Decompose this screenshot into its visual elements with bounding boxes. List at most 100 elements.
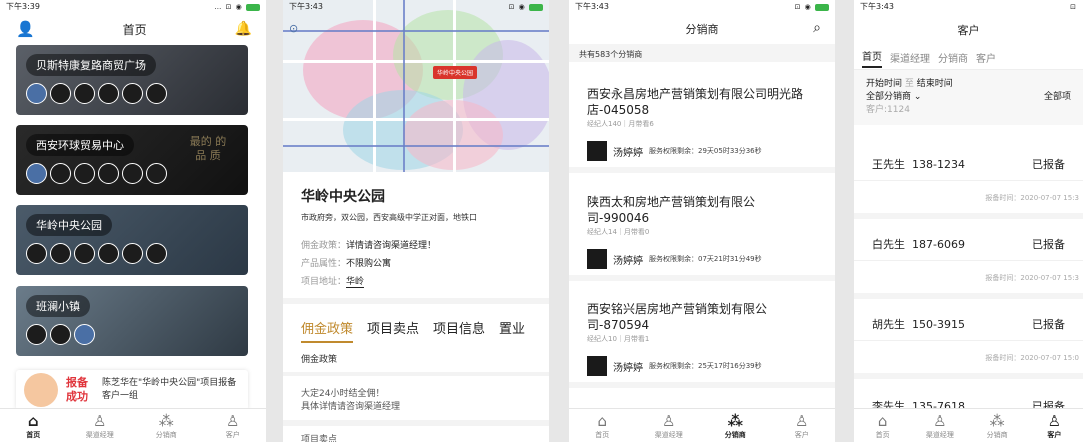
project-filter[interactable]: 全部项 — [1044, 91, 1071, 104]
tab-property[interactable]: 置业 — [499, 318, 525, 343]
service-remaining: 服务权限剩余：25天17时16分39秒 — [649, 362, 762, 370]
divider — [283, 420, 549, 426]
status-bar: 下午3:43 ⊡ ◉ — [283, 0, 549, 14]
project-name: 西安环球贸易中心 — [26, 134, 134, 156]
tab-selling-points[interactable]: 项目卖点 — [367, 318, 419, 343]
tab-visited[interactable]: 渠道经理 — [890, 50, 930, 65]
distributor-filter[interactable]: 全部分销商 ⌄ — [866, 91, 921, 104]
chevron-down-icon: ⌄ — [913, 92, 922, 102]
tab-label: 渠道经理 — [925, 431, 954, 439]
tab-label: 分销商 — [986, 431, 1008, 439]
agent-avatars — [26, 324, 95, 345]
status-bar: 下午3:43 ⊡ — [854, 0, 1083, 14]
tab-home[interactable]: ⌂ 首页 — [569, 409, 636, 442]
tab-label: 客户 — [794, 431, 809, 439]
detail-tabs: 佣金政策 项目卖点 项目信息 置业 — [301, 318, 525, 343]
avatar — [50, 163, 71, 184]
tab-distributor[interactable]: ⁂ 分销商 — [133, 409, 200, 442]
distributor-item[interactable]: 陕西太和房地产营销策划有限公司-990046 经纪人14｜月带看0 汤婷婷 服务权… — [569, 188, 835, 281]
network-icon: ⁂ — [989, 412, 1005, 430]
tab-channel-manager[interactable]: ♙ 渠道经理 — [911, 409, 968, 442]
tab-distributor[interactable]: ⁂ 分销商 — [969, 409, 1026, 442]
tab-channel-manager[interactable]: ♙ 渠道经理 — [636, 409, 703, 442]
project-name: 班澜小镇 — [26, 295, 90, 317]
agent-photo — [587, 356, 607, 376]
tab-label: 首页 — [875, 431, 890, 439]
project-name: 贝斯特康复路商贸广场 — [26, 54, 156, 76]
customer-item[interactable]: 王先生 138-1234 已报备 报备时间：2020-07-07 15:3 — [854, 148, 1083, 219]
distributor-meta: 经纪人140｜月带看6 — [587, 120, 654, 128]
tab-subscribed[interactable]: 分销商 — [938, 50, 968, 65]
agent-name: 汤婷婷 — [613, 147, 643, 159]
battery-icon — [246, 3, 260, 11]
customer-name: 王先生 — [872, 158, 905, 171]
person-icon: ♙ — [933, 412, 947, 430]
battery-icon — [815, 3, 829, 11]
info-commission: 佣金政策：详情请咨询渠道经理！ — [301, 238, 436, 251]
avatar — [122, 163, 143, 184]
screen-distributors: 下午3:43 ⊡ ◉ 分销商 ⌕ 共有583个分销商 西安永昌房地产营销策划有限公司… — [569, 0, 835, 442]
project-card[interactable]: 西安环球贸易中心 最的 的品 质 — [16, 125, 248, 195]
avatar — [146, 83, 167, 104]
tab-closed[interactable]: 客户 — [976, 50, 996, 65]
info-key: 项目地址： — [301, 277, 347, 287]
user-icon[interactable]: 👤 — [16, 20, 35, 38]
report-time: 报备时间：2020-07-07 15:3 — [854, 260, 1083, 293]
avatar — [26, 83, 47, 104]
filter-label: 全部分销商 — [866, 92, 912, 102]
divider — [283, 372, 549, 376]
tab-label: 首页 — [26, 431, 41, 439]
tab-home[interactable]: ⌂ 首页 — [0, 409, 67, 442]
distributor-item[interactable]: 西安铭兴居房地产营销策划有限公司-870594 经纪人10｜月带看1 汤婷婷 服务… — [569, 295, 835, 388]
tab-bar: ⌂ 首页 ♙ 渠道经理 ⁂ 分销商 ♙ 客户 — [0, 408, 266, 442]
tab-customer[interactable]: ♙ 客户 — [200, 409, 267, 442]
start-time-picker[interactable]: 开始时间 — [866, 79, 902, 89]
status-time: 下午3:39 — [6, 2, 40, 11]
report-time: 报备时间：2020-07-07 15:0 — [854, 340, 1083, 373]
back-icon[interactable]: ⊙ — [289, 22, 298, 35]
status-icons: ⊡ — [1070, 3, 1077, 11]
filter-panel: 开始时间 至 结束时间 全部分销商 ⌄ 全部项 客户:1124 — [854, 70, 1083, 125]
project-card[interactable]: 华岭中央公园 — [16, 205, 248, 275]
tab-customer[interactable]: ♙ 客户 — [1026, 409, 1083, 442]
card-decoration-text: 最的 的品 质 — [189, 135, 227, 162]
customer-item[interactable]: 胡先生 150-3915 已报备 报备时间：2020-07-07 15:0 — [854, 308, 1083, 379]
tab-commission[interactable]: 佣金政策 — [301, 318, 354, 343]
project-card[interactable]: 班澜小镇 — [16, 286, 248, 356]
search-icon[interactable]: ⌕ — [813, 20, 821, 36]
address-link[interactable]: 华岭 — [346, 277, 365, 288]
customer-phone: 150-3915 — [912, 318, 965, 331]
tab-project-info[interactable]: 项目信息 — [433, 318, 485, 343]
status-bar: 下午3:43 ⊡ ◉ — [569, 0, 835, 14]
agent-avatars — [26, 83, 167, 104]
notice-tag: 报备 成功 — [66, 376, 88, 403]
bell-icon[interactable]: 🔔 — [235, 21, 252, 37]
avatar — [50, 324, 71, 345]
info-value: 不限购公寓 — [346, 259, 392, 269]
avatar — [26, 324, 47, 345]
map-pin-label: 华岭中央公园 — [433, 66, 478, 79]
tab-distributor[interactable]: ⁂ 分销商 — [702, 409, 769, 442]
tab-channel-manager[interactable]: ♙ 渠道经理 — [67, 409, 134, 442]
project-map[interactable]: 华岭中央公园 — [283, 0, 549, 172]
customer-phone: 187-6069 — [912, 238, 965, 251]
distributor-item[interactable]: 西安永昌房地产营销策划有限公司明光路店-045058 经纪人140｜月带看6 汤… — [569, 80, 835, 173]
customer-item[interactable]: 白先生 187-6069 已报备 报备时间：2020-07-07 15:3 — [854, 228, 1083, 299]
report-notice[interactable]: 报备 成功 陈芝华在"华岭中央公园"项目报备客户一组 — [16, 370, 248, 410]
avatar — [122, 243, 143, 264]
status-bar: 下午3:39 … ⊡ ◉ — [0, 0, 266, 14]
tab-home[interactable]: ⌂ 首页 — [854, 409, 911, 442]
tab-reported[interactable]: 首页 — [862, 48, 882, 68]
status-icons: ⊡ ◉ — [509, 0, 543, 14]
project-subtitle: 市政府旁，双公园，西安高级中学正对面，地铁口 — [301, 213, 477, 222]
end-time-picker[interactable]: 结束时间 — [917, 79, 953, 89]
page-title: 分销商 — [685, 23, 719, 36]
avatar — [98, 163, 119, 184]
battery-icon — [529, 3, 543, 11]
status-time: 下午3:43 — [575, 2, 609, 11]
tab-label: 客户 — [225, 431, 240, 439]
notice-avatar — [24, 373, 58, 407]
tab-customer[interactable]: ♙ 客户 — [769, 409, 836, 442]
home-icon: ⌂ — [27, 412, 39, 430]
project-card[interactable]: 贝斯特康复路商贸广场 — [16, 45, 248, 115]
